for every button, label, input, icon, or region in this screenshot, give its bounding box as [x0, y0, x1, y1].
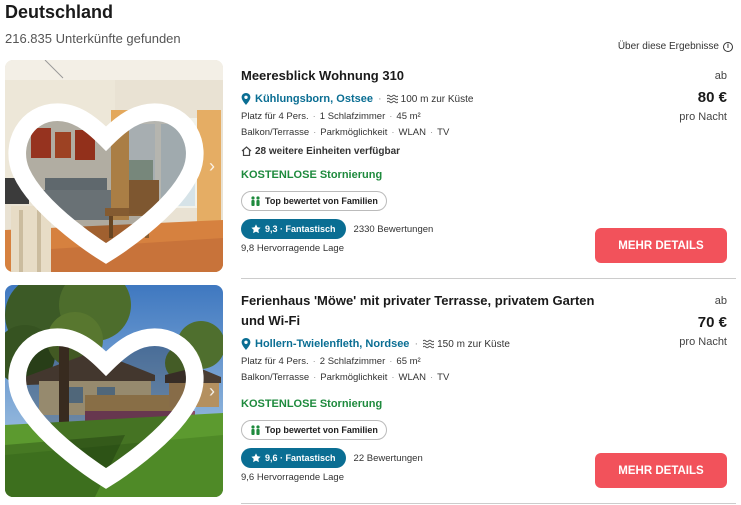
- price: 70 €: [697, 314, 727, 331]
- feature: 65 m²: [396, 356, 421, 367]
- coast-distance: 150 m zur Küste: [437, 338, 510, 350]
- star-icon: [251, 224, 261, 234]
- page-title: Deutschland: [5, 2, 114, 22]
- location-score: 9,8 Hervorragende Lage: [241, 243, 344, 254]
- free-cancellation: KOSTENLOSE Stornierung: [241, 398, 383, 410]
- price: 80 €: [697, 89, 727, 106]
- heart-icon[interactable]: [5, 68, 215, 272]
- listing-card[interactable]: › Meeresblick Wohnung 310 Kühlungsborn, …: [0, 58, 741, 279]
- more-units-link[interactable]: 28 weitere Einheiten verfügbar: [255, 146, 400, 157]
- more-details-button[interactable]: MEHR DETAILS: [595, 453, 727, 488]
- location-score: 9,6 Hervorragende Lage: [241, 472, 344, 483]
- review-count[interactable]: 2330 Bewertungen: [354, 224, 434, 235]
- amenity: WLAN: [398, 372, 426, 383]
- feature: 2 Schlafzimmer: [319, 356, 386, 367]
- features-row: Platz für 4 Pers. · 2 Schlafzimmer · 65 m²: [241, 356, 421, 367]
- rating-badge: 9,6 · Fantastisch: [241, 448, 346, 468]
- divider: [241, 278, 736, 279]
- listing-photo[interactable]: ›: [5, 60, 223, 272]
- coast-distance: 100 m zur Küste: [400, 93, 474, 105]
- divider: [241, 503, 736, 504]
- more-details-button[interactable]: MEHR DETAILS: [595, 228, 727, 263]
- price-unit: pro Nacht: [679, 111, 727, 123]
- feature: 1 Schlafzimmer: [319, 111, 386, 122]
- chevron-right-icon[interactable]: ›: [205, 156, 219, 176]
- listing-card[interactable]: › Ferienhaus 'Möwe' mit privater Terrass…: [0, 283, 741, 504]
- price-unit: pro Nacht: [679, 336, 727, 348]
- family-badge: Top bewertet von Familien: [241, 420, 387, 440]
- amenity: TV: [437, 372, 450, 383]
- features-row: Platz für 4 Pers. · 1 Schlafzimmer · 45 m²: [241, 111, 421, 122]
- amenity: Parkmöglichkeit: [320, 372, 388, 383]
- review-count[interactable]: 22 Bewertungen: [354, 453, 423, 464]
- location-link[interactable]: Hollern-Twielenfleth, Nordsee: [255, 338, 409, 350]
- chevron-right-icon[interactable]: ›: [205, 381, 219, 401]
- price-block: ab 80 € pro Nacht: [607, 70, 727, 123]
- location-pin-icon: [241, 338, 251, 350]
- listing-title[interactable]: Meeresblick Wohnung 310: [241, 66, 601, 86]
- feature: 45 m²: [396, 111, 421, 122]
- price-prefix: ab: [714, 70, 727, 82]
- amenity: Balkon/Terrasse: [241, 372, 310, 383]
- listing-title[interactable]: Ferienhaus 'Möwe' mit privater Terrasse,…: [241, 291, 601, 331]
- heart-icon[interactable]: [5, 293, 215, 497]
- listing-photo[interactable]: ›: [5, 285, 223, 497]
- amenity: TV: [437, 127, 450, 138]
- about-results-label: Über diese Ergebnisse: [617, 41, 719, 52]
- feature: Platz für 4 Pers.: [241, 111, 309, 122]
- family-icon: [251, 196, 260, 206]
- waves-icon: [386, 94, 398, 104]
- feature: Platz für 4 Pers.: [241, 356, 309, 367]
- family-badge-label: Top bewertet von Familien: [265, 425, 378, 435]
- amenities-row: Balkon/Terrasse · Parkmöglichkeit · WLAN · TV: [241, 372, 450, 383]
- house-icon: [241, 146, 252, 156]
- location-link[interactable]: Kühlungsborn, Ostsee: [255, 93, 373, 105]
- separator: ·: [414, 338, 419, 350]
- about-results-link[interactable]: Über diese Ergebnisse i: [618, 41, 733, 52]
- result-count: 216.835 Unterkünfte gefunden: [5, 31, 181, 46]
- free-cancellation: KOSTENLOSE Stornierung: [241, 169, 383, 181]
- star-icon: [251, 453, 261, 463]
- amenity: Balkon/Terrasse: [241, 127, 310, 138]
- family-icon: [251, 425, 260, 435]
- rating-label: 9,6 · Fantastisch: [265, 453, 336, 463]
- amenities-row: Balkon/Terrasse · Parkmöglichkeit · WLAN · TV: [241, 127, 450, 138]
- price-block: ab 70 € pro Nacht: [607, 295, 727, 348]
- price-prefix: ab: [714, 295, 727, 307]
- family-badge-label: Top bewertet von Familien: [265, 196, 378, 206]
- info-icon: i: [723, 41, 733, 52]
- rating-label: 9,3 · Fantastisch: [265, 224, 336, 234]
- amenity: WLAN: [398, 127, 426, 138]
- location-pin-icon: [241, 93, 251, 105]
- rating-badge: 9,3 · Fantastisch: [241, 219, 346, 239]
- waves-icon: [423, 339, 435, 349]
- amenity: Parkmöglichkeit: [320, 127, 388, 138]
- separator: ·: [377, 93, 382, 105]
- family-badge: Top bewertet von Familien: [241, 191, 387, 211]
